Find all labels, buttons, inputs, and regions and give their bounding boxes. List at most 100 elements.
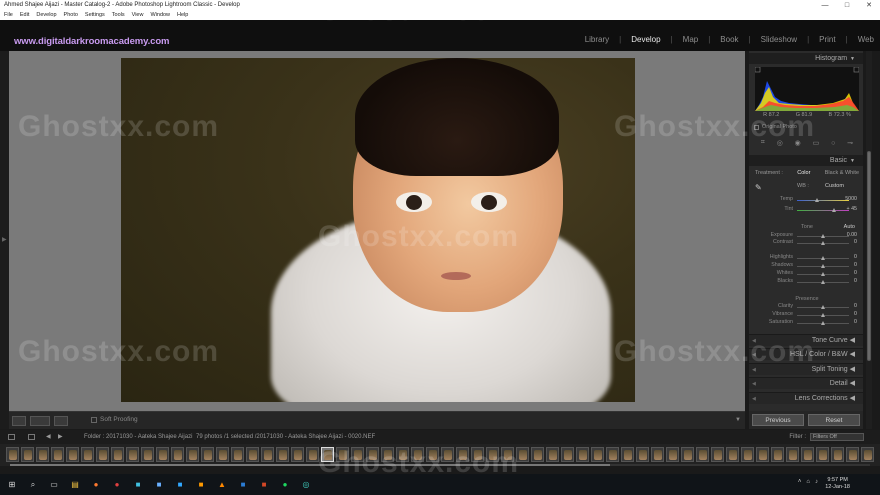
close-button[interactable]: ✕ [858, 0, 880, 11]
filmstrip-thumbnail[interactable] [171, 447, 184, 462]
slider-knob[interactable] [820, 271, 825, 276]
slider-value[interactable]: 0 [854, 319, 857, 325]
filmstrip-thumbnail[interactable] [711, 447, 724, 462]
filmstrip-thumbnail[interactable] [6, 447, 19, 462]
slider-tint[interactable]: Tint + 45 [755, 206, 859, 214]
module-print[interactable]: Print [819, 35, 835, 44]
tone-auto-button[interactable]: Auto [844, 224, 855, 230]
forward-arrow-icon[interactable]: ▶ [58, 430, 63, 444]
photo-preview[interactable] [121, 58, 635, 402]
slider-value[interactable]: 0 [854, 311, 857, 317]
filmstrip-thumbnail[interactable] [666, 447, 679, 462]
filmstrip-thumbnail[interactable] [201, 447, 214, 462]
filter-select[interactable]: Filters Off [810, 433, 864, 441]
firefox-icon[interactable]: ● [90, 479, 102, 491]
slider-blacks[interactable]: Blacks 0 [755, 278, 859, 286]
app-icon[interactable]: ■ [132, 479, 144, 491]
slider-track[interactable] [797, 209, 849, 211]
minimize-button[interactable]: — [814, 0, 836, 11]
filmstrip-thumbnail[interactable] [396, 447, 409, 462]
filmstrip-thumbnail[interactable] [591, 447, 604, 462]
expand-left-icon[interactable]: ▶ [2, 236, 7, 243]
browser-icon[interactable]: ◎ [300, 479, 312, 491]
filmstrip-thumbnail[interactable] [486, 447, 499, 462]
filmstrip-thumbnail[interactable] [366, 447, 379, 462]
scrollbar-thumb[interactable] [867, 151, 871, 361]
filmstrip-thumbnail[interactable] [546, 447, 559, 462]
filmstrip-thumbnail[interactable] [516, 447, 529, 462]
filmstrip-thumbnail[interactable] [441, 447, 454, 462]
module-map[interactable]: Map [683, 35, 699, 44]
original-photo-toggle[interactable]: Original Photo [754, 124, 797, 130]
filmstrip-thumbnail[interactable] [561, 447, 574, 462]
menu-edit[interactable]: Edit [20, 11, 29, 20]
filmstrip-thumbnail[interactable] [291, 447, 304, 462]
split-toning-header[interactable]: ◀ Split Toning ◀ [749, 363, 863, 375]
filmstrip-thumbnail[interactable] [276, 447, 289, 462]
filmstrip-thumbnail[interactable] [681, 447, 694, 462]
slider-value[interactable]: 0 [854, 254, 857, 260]
module-book[interactable]: Book [720, 35, 738, 44]
tone-curve-header[interactable]: ◀ Tone Curve ◀ [749, 334, 863, 346]
filmstrip-thumbnail[interactable] [426, 447, 439, 462]
filmstrip-thumbnail[interactable] [111, 447, 124, 462]
filmstrip-thumbnail[interactable] [216, 447, 229, 462]
detail-header[interactable]: ◀ Detail ◀ [749, 377, 863, 389]
filmstrip-thumbnail[interactable] [306, 447, 319, 462]
adjustment-brush-icon[interactable]: ⊸ [847, 139, 853, 147]
network-icon[interactable]: ⌂ [806, 479, 810, 485]
task-view-icon[interactable]: ▭ [48, 479, 60, 491]
slider-knob[interactable] [820, 240, 825, 245]
menu-file[interactable]: File [4, 11, 13, 20]
slider-temp[interactable]: Temp 5000 [755, 196, 859, 204]
filmstrip-thumbnail[interactable] [126, 447, 139, 462]
filmstrip-thumbnail[interactable] [411, 447, 424, 462]
filmstrip-thumbnail[interactable] [756, 447, 769, 462]
histogram-header[interactable]: Histogram ▼ [749, 53, 863, 64]
slider-vibrance[interactable]: Vibrance 0 [755, 311, 859, 319]
maximize-button[interactable]: □ [836, 0, 858, 11]
filmstrip-thumbnail[interactable] [66, 447, 79, 462]
treatment-bw[interactable]: Black & White [825, 170, 859, 176]
filmstrip-thumbnail[interactable] [651, 447, 664, 462]
filmstrip-thumbnail[interactable] [186, 447, 199, 462]
filmstrip-thumbnail[interactable] [741, 447, 754, 462]
filmstrip-thumbnail[interactable] [456, 447, 469, 462]
slider-saturation[interactable]: Saturation 0 [755, 319, 859, 327]
spotify-icon[interactable]: ● [279, 479, 291, 491]
filmstrip-thumbnail[interactable] [51, 447, 64, 462]
module-develop[interactable]: Develop [631, 35, 660, 44]
filmstrip-thumbnail[interactable] [846, 447, 859, 462]
slider-value[interactable]: 0 [854, 239, 857, 245]
slider-knob[interactable] [831, 207, 836, 212]
slider-knob[interactable] [820, 279, 825, 284]
radial-filter-icon[interactable]: ○ [831, 140, 835, 147]
filmstrip-thumbnail[interactable] [501, 447, 514, 462]
filmstrip-thumbnail[interactable] [831, 447, 844, 462]
filmstrip-thumbnail[interactable] [321, 447, 334, 462]
filmstrip-thumbnail[interactable] [801, 447, 814, 462]
menu-help[interactable]: Help [177, 11, 188, 20]
slider-whites[interactable]: Whites 0 [755, 270, 859, 278]
wb-eyedropper-icon[interactable]: ✎ [755, 183, 762, 192]
menu-settings[interactable]: Settings [85, 11, 105, 20]
loupe-view-button[interactable] [12, 416, 26, 426]
slider-track[interactable] [797, 199, 849, 201]
original-photo-checkbox[interactable] [754, 124, 759, 130]
illustrator-icon[interactable]: ■ [195, 479, 207, 491]
filmstrip-thumbnail[interactable] [246, 447, 259, 462]
filmstrip-thumbnail[interactable] [786, 447, 799, 462]
powerpoint-icon[interactable]: ■ [258, 479, 270, 491]
volume-icon[interactable]: ♪ [815, 479, 818, 485]
file-explorer-icon[interactable]: ▤ [69, 479, 81, 491]
red-eye-icon[interactable]: ◉ [795, 139, 801, 147]
filmstrip-thumbnail[interactable] [351, 447, 364, 462]
grid-view-icon[interactable] [28, 434, 35, 440]
toolbar-dropdown-icon[interactable]: ▼ [735, 417, 741, 423]
secondary-display-icon[interactable] [8, 434, 15, 440]
slider-highlights[interactable]: Highlights 0 [755, 254, 859, 262]
reset-button[interactable]: Reset [808, 414, 860, 426]
slider-knob[interactable] [820, 304, 825, 309]
start-icon[interactable]: ⊞ [6, 479, 18, 491]
word-icon[interactable]: ■ [237, 479, 249, 491]
